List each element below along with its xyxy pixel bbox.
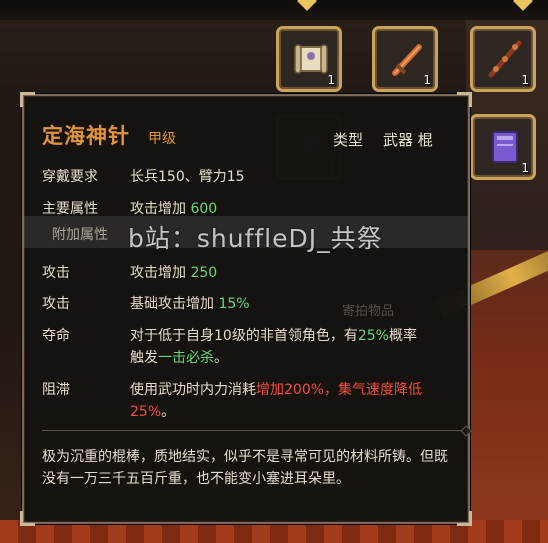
main-attribute-number: 600 xyxy=(190,201,218,217)
hinder-line-1: 使用武功时内力消耗增加200%，集气速度降低 xyxy=(130,379,422,399)
corner-ornament xyxy=(457,92,472,107)
game-scene: 1 1 1 1 1 xyxy=(0,0,548,543)
requirement-value: 长兵150、臂力15 xyxy=(130,169,245,185)
execute-line-1: 对于低于自身10级的非首领角色，有25%概率 xyxy=(130,325,417,345)
corner-ornament xyxy=(20,92,35,107)
tooltip-divider xyxy=(42,430,464,431)
execute-line-2: 触发一击必杀。 xyxy=(130,347,228,367)
item-count: 1 xyxy=(521,161,529,175)
item-grade: 甲级 xyxy=(148,131,176,147)
inventory-slot-staff[interactable]: 1 xyxy=(470,26,536,92)
execute-chance: 25% xyxy=(357,328,389,344)
item-description: 极为沉重的棍棒，质地结实，似乎不是寻常可见的材料所铸。但既没有一万三千五百斤重，… xyxy=(42,449,448,487)
execute-label: 夺命 xyxy=(42,328,70,344)
item-count: 1 xyxy=(423,73,431,87)
execute-text-3: 触发 xyxy=(130,350,158,366)
sword-icon xyxy=(392,44,422,76)
execute-text-4: 。 xyxy=(214,350,228,366)
book-icon xyxy=(492,131,518,163)
main-attribute-label: 主要属性 xyxy=(42,201,98,217)
hinder-speed: 集气速度降低 xyxy=(338,382,423,398)
watermark-text: b站：shuffleDJ_共祭 xyxy=(128,224,383,253)
staff-icon xyxy=(488,40,522,78)
hinder-text-2: 。 xyxy=(161,404,176,420)
item-title: 定海神针 xyxy=(42,123,130,148)
inventory-slot-book[interactable]: 1 xyxy=(470,114,536,180)
attack-text-2: 基础攻击增加 xyxy=(130,296,219,312)
item-tooltip: 定海神针 甲级 类型 武器 棍 穿戴要求 长兵150、臂力15 主要属性 攻击增… xyxy=(20,92,472,526)
item-count: 1 xyxy=(327,73,335,87)
inventory-slot-sword[interactable]: 1 xyxy=(372,26,438,92)
main-attribute-text: 攻击增加 xyxy=(130,201,191,217)
hinder-sep: ， xyxy=(324,382,339,398)
corner-ornament xyxy=(457,511,472,526)
inventory-slot-scroll[interactable]: 1 xyxy=(276,26,342,92)
item-type-value: 武器 棍 xyxy=(383,131,433,149)
execute-text-1: 对于低于自身10级的非首领角色，有 xyxy=(130,328,358,344)
execute-text-2: 概率 xyxy=(388,328,417,344)
main-attribute-value: 攻击增加 600 xyxy=(130,198,217,218)
attack-value-1: 攻击增加 250 xyxy=(130,262,217,282)
attack-text-1: 攻击增加 xyxy=(130,265,191,281)
hinder-label: 阻滞 xyxy=(42,382,70,398)
requirement-label: 穿戴要求 xyxy=(42,169,98,185)
attack-value-2: 基础攻击增加 15% xyxy=(130,293,250,313)
attack-number-2: 15% xyxy=(218,296,250,312)
top-banner xyxy=(0,0,548,20)
item-count: 1 xyxy=(521,73,529,87)
hinder-cost: 增加200% xyxy=(256,382,325,398)
attack-label-1: 攻击 xyxy=(42,265,70,281)
scroll-icon xyxy=(294,44,328,74)
attack-label-2: 攻击 xyxy=(42,296,70,312)
corner-ornament xyxy=(20,511,35,526)
ghost-label: 寄拍物品 xyxy=(342,304,395,319)
item-type-label: 类型 xyxy=(333,131,364,149)
execute-effect: 一击必杀 xyxy=(158,350,214,366)
hinder-text-1: 使用武功时内力消耗 xyxy=(130,382,256,398)
hinder-line-2: 25%。 xyxy=(130,401,175,421)
hinder-speed-value: 25% xyxy=(130,404,162,420)
attack-number-1: 250 xyxy=(190,265,218,281)
